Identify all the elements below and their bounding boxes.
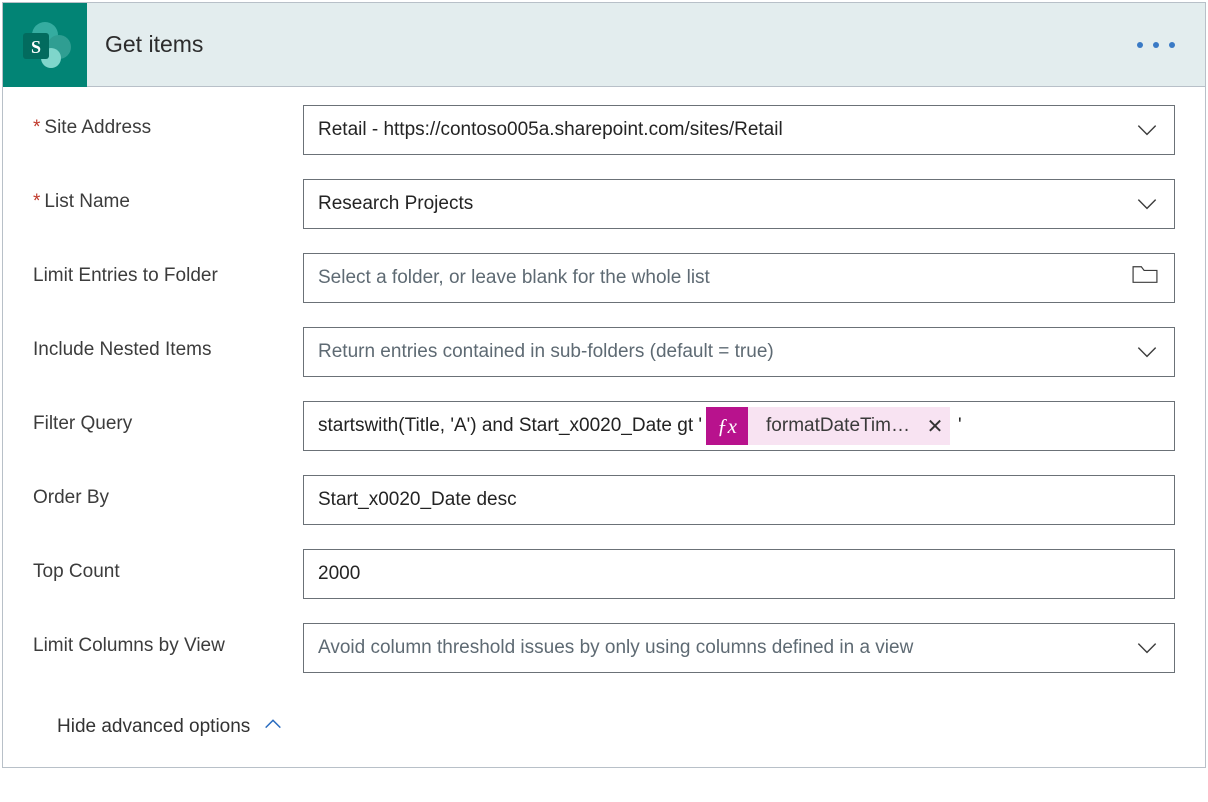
field-row-list-name: *List Name Research Projects <box>33 179 1175 229</box>
field-row-limit-folder: Limit Entries to Folder Select a folder,… <box>33 253 1175 303</box>
card-title: Get items <box>105 31 1137 58</box>
label-site-address: *Site Address <box>33 105 303 139</box>
field-row-top-count: Top Count 2000 <box>33 549 1175 599</box>
label-include-nested: Include Nested Items <box>33 327 303 361</box>
fx-icon: ƒx <box>706 407 748 445</box>
label-list-name: *List Name <box>33 179 303 213</box>
include-nested-placeholder: Return entries contained in sub-folders … <box>318 341 1134 363</box>
chevron-down-icon[interactable] <box>1134 191 1160 217</box>
limit-columns-placeholder: Avoid column threshold issues by only us… <box>318 637 1134 659</box>
label-limit-columns: Limit Columns by View <box>33 623 303 657</box>
label-top-count: Top Count <box>33 549 303 583</box>
label-limit-folder: Limit Entries to Folder <box>33 253 303 287</box>
card-header: S Get items <box>3 3 1205 87</box>
field-row-order-by: Order By Start_x0020_Date desc <box>33 475 1175 525</box>
label-order-by: Order By <box>33 475 303 509</box>
filter-query-text-after: ' <box>958 415 962 437</box>
limit-folder-placeholder: Select a folder, or leave blank for the … <box>318 267 1130 289</box>
label-filter-query: Filter Query <box>33 401 303 435</box>
order-by-input[interactable]: Start_x0020_Date desc <box>303 475 1175 525</box>
order-by-value: Start_x0020_Date desc <box>318 489 1160 511</box>
top-count-input[interactable]: 2000 <box>303 549 1175 599</box>
include-nested-dropdown[interactable]: Return entries contained in sub-folders … <box>303 327 1175 377</box>
limit-folder-input[interactable]: Select a folder, or leave blank for the … <box>303 253 1175 303</box>
field-row-include-nested: Include Nested Items Return entries cont… <box>33 327 1175 377</box>
filter-query-input[interactable]: startswith(Title, 'A') and Start_x0020_D… <box>303 401 1175 451</box>
more-menu-button[interactable] <box>1137 42 1205 48</box>
chevron-down-icon[interactable] <box>1134 635 1160 661</box>
list-name-value: Research Projects <box>318 193 1134 215</box>
limit-columns-dropdown[interactable]: Avoid column threshold issues by only us… <box>303 623 1175 673</box>
svg-text:S: S <box>31 37 41 57</box>
advanced-toggle-label: Hide advanced options <box>57 716 250 738</box>
field-row-site-address: *Site Address Retail - https://contoso00… <box>33 105 1175 155</box>
chevron-down-icon[interactable] <box>1134 339 1160 365</box>
token-close-button[interactable]: ✕ <box>920 407 950 445</box>
action-card: S Get items *Site Address Retail - https… <box>2 2 1206 768</box>
field-row-filter-query: Filter Query startswith(Title, 'A') and … <box>33 401 1175 451</box>
site-address-value: Retail - https://contoso005a.sharepoint.… <box>318 119 1134 141</box>
expression-token-label: formatDateTim… <box>766 415 920 437</box>
site-address-dropdown[interactable]: Retail - https://contoso005a.sharepoint.… <box>303 105 1175 155</box>
sharepoint-logo: S <box>3 3 87 87</box>
chevron-down-icon[interactable] <box>1134 117 1160 143</box>
hide-advanced-options-toggle[interactable]: Hide advanced options <box>33 697 1175 761</box>
field-row-limit-columns: Limit Columns by View Avoid column thres… <box>33 623 1175 673</box>
card-body: *Site Address Retail - https://contoso00… <box>3 87 1205 767</box>
folder-picker-icon[interactable] <box>1130 264 1160 292</box>
top-count-value: 2000 <box>318 563 1160 585</box>
expression-token[interactable]: ƒx formatDateTim… ✕ <box>706 407 950 445</box>
chevron-up-icon <box>262 713 284 741</box>
filter-query-text: startswith(Title, 'A') and Start_x0020_D… <box>318 415 702 437</box>
list-name-dropdown[interactable]: Research Projects <box>303 179 1175 229</box>
